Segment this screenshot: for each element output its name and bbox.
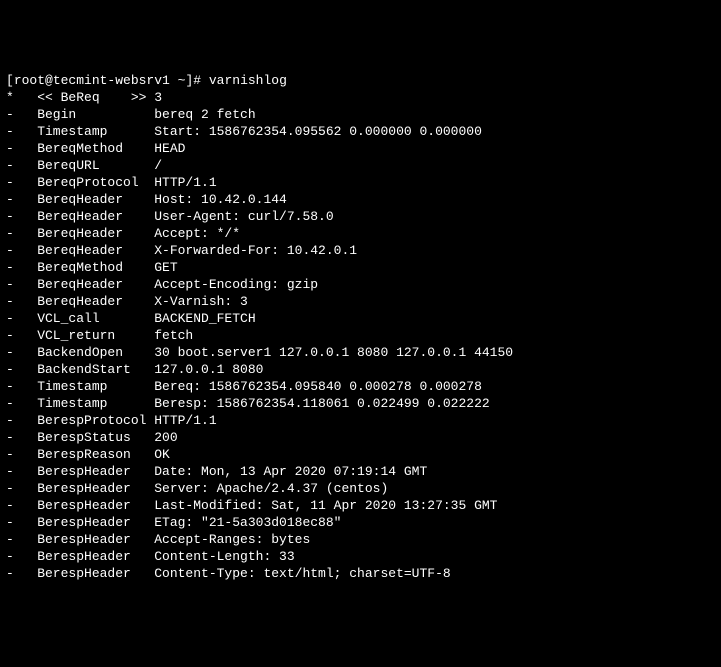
log-line: - BereqProtocol HTTP/1.1 <box>6 174 715 191</box>
log-line: * << BeReq >> 3 <box>6 89 715 106</box>
log-line: - BerespStatus 200 <box>6 429 715 446</box>
log-line: - BackendStart 127.0.0.1 8080 <box>6 361 715 378</box>
log-line: - BerespHeader Content-Length: 33 <box>6 548 715 565</box>
prompt-user-host: root@tecmint-websrv1 <box>14 73 170 88</box>
log-line: - Timestamp Bereq: 1586762354.095840 0.0… <box>6 378 715 395</box>
prompt-close: ]# <box>185 73 208 88</box>
log-line: - BereqURL / <box>6 157 715 174</box>
log-line: - BereqHeader Accept-Encoding: gzip <box>6 276 715 293</box>
log-line: - BerespHeader Content-Type: text/html; … <box>6 565 715 582</box>
log-line: - Begin bereq 2 fetch <box>6 106 715 123</box>
log-line: - BerespHeader ETag: "21-5a303d018ec88" <box>6 514 715 531</box>
log-line: - BereqHeader User-Agent: curl/7.58.0 <box>6 208 715 225</box>
command-text: varnishlog <box>209 73 287 88</box>
log-line: - BerespHeader Date: Mon, 13 Apr 2020 07… <box>6 463 715 480</box>
log-line: - BereqHeader Accept: */* <box>6 225 715 242</box>
log-line: - BerespHeader Server: Apache/2.4.37 (ce… <box>6 480 715 497</box>
log-line: - BackendOpen 30 boot.server1 127.0.0.1 … <box>6 344 715 361</box>
log-line: - Timestamp Start: 1586762354.095562 0.0… <box>6 123 715 140</box>
log-line: - BereqMethod GET <box>6 259 715 276</box>
prompt-space <box>170 73 178 88</box>
log-line: - BerespReason OK <box>6 446 715 463</box>
log-line: - BereqHeader X-Varnish: 3 <box>6 293 715 310</box>
log-line: - BerespProtocol HTTP/1.1 <box>6 412 715 429</box>
log-line: - Timestamp Beresp: 1586762354.118061 0.… <box>6 395 715 412</box>
log-line: - VCL_call BACKEND_FETCH <box>6 310 715 327</box>
terminal-output[interactable]: [root@tecmint-websrv1 ~]# varnishlog* <<… <box>6 72 715 582</box>
prompt-line: [root@tecmint-websrv1 ~]# varnishlog <box>6 72 715 89</box>
log-line: - VCL_return fetch <box>6 327 715 344</box>
log-line: - BerespHeader Accept-Ranges: bytes <box>6 531 715 548</box>
log-line: - BerespHeader Last-Modified: Sat, 11 Ap… <box>6 497 715 514</box>
log-line: - BereqMethod HEAD <box>6 140 715 157</box>
log-line: - BereqHeader X-Forwarded-For: 10.42.0.1 <box>6 242 715 259</box>
prompt-open-bracket: [ <box>6 73 14 88</box>
log-line: - BereqHeader Host: 10.42.0.144 <box>6 191 715 208</box>
